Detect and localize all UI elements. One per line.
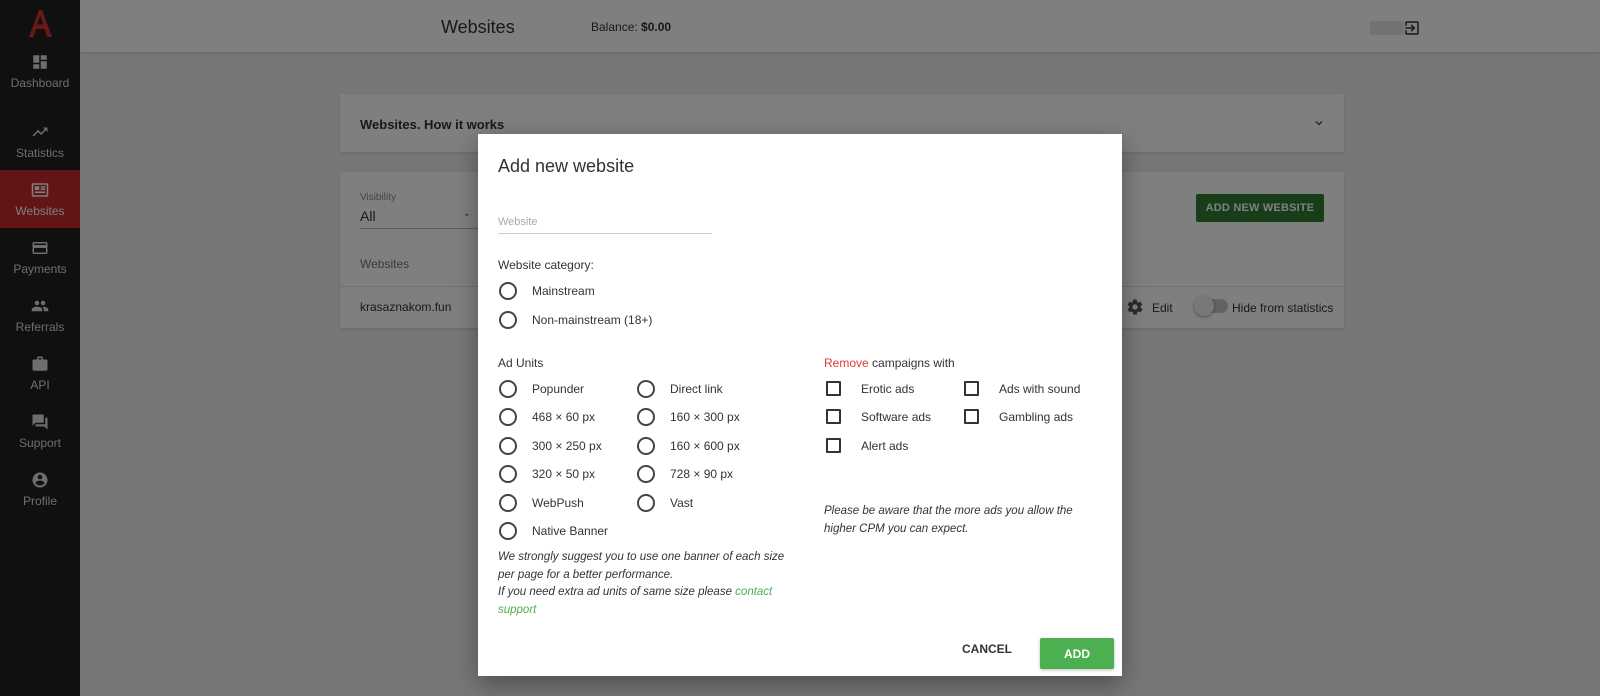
remove-campaigns-label: Remove campaigns with	[824, 356, 955, 370]
ad-units-note-line2: If you need extra ad units of same size …	[498, 584, 788, 619]
option-label: Native Banner	[532, 524, 609, 538]
ad-unit-160x600[interactable]: 160 × 600 px	[637, 437, 740, 455]
option-label: WebPush	[532, 496, 584, 510]
radio-circle	[637, 494, 655, 512]
radio-circle	[499, 311, 517, 329]
ad-unit-468x60[interactable]: 468 × 60 px	[499, 408, 595, 426]
option-label: 160 × 600 px	[670, 439, 740, 453]
checkbox-box	[826, 409, 841, 424]
ad-unit-160x300[interactable]: 160 × 300 px	[637, 408, 740, 426]
ad-unit-direct-link[interactable]: Direct link	[637, 380, 723, 398]
radio-circle	[637, 380, 655, 398]
remove-rest: campaigns with	[868, 356, 955, 370]
remove-erotic-ads-checkbox[interactable]: Erotic ads	[824, 381, 914, 396]
checkbox-box	[964, 409, 979, 424]
option-label: Gambling ads	[999, 409, 1074, 424]
ad-units-note-line2-text: If you need extra ad units of same size …	[498, 586, 736, 598]
option-label: 300 × 250 px	[532, 439, 602, 453]
ad-unit-popunder[interactable]: Popunder	[499, 380, 584, 398]
add-website-dialog: Add new website Website category: Mainst…	[478, 134, 1122, 676]
cancel-button[interactable]: CANCEL	[955, 635, 1019, 663]
option-label: Vast	[670, 496, 694, 510]
category-radio-mainstream[interactable]: Mainstream	[499, 282, 595, 300]
radio-circle	[499, 282, 517, 300]
option-label: Direct link	[670, 382, 723, 396]
option-label: Ads with sound	[999, 381, 1081, 396]
category-radio-non-mainstream[interactable]: Non-mainstream (18+)	[499, 311, 652, 329]
checkbox-box	[964, 381, 979, 396]
option-label: Mainstream	[532, 284, 595, 298]
remove-word: Remove	[824, 356, 869, 370]
option-label: 320 × 50 px	[532, 467, 596, 481]
ad-unit-320x50[interactable]: 320 × 50 px	[499, 465, 595, 483]
remove-alert-ads-checkbox[interactable]: Alert ads	[824, 438, 908, 453]
remove-ads-with-sound-checkbox[interactable]: Ads with sound	[962, 381, 1080, 396]
remove-gambling-ads-checkbox[interactable]: Gambling ads	[962, 409, 1073, 424]
ad-units-note-line1: We strongly suggest you to use one banne…	[498, 551, 785, 581]
remove-note: Please be aware that the more ads you al…	[824, 505, 1073, 535]
radio-circle	[499, 408, 517, 426]
ad-units-label: Ad Units	[498, 356, 544, 370]
ad-units-note: We strongly suggest you to use one banne…	[498, 549, 788, 619]
option-label: Popunder	[532, 382, 585, 396]
option-label: Erotic ads	[861, 381, 915, 396]
ad-unit-728x90[interactable]: 728 × 90 px	[637, 465, 733, 483]
option-label: Non-mainstream (18+)	[532, 313, 653, 327]
ad-unit-webpush[interactable]: WebPush	[499, 494, 584, 512]
dialog-title: Add new website	[498, 156, 635, 176]
add-button[interactable]: ADD	[1040, 638, 1114, 669]
ad-unit-vast[interactable]: Vast	[637, 494, 693, 512]
radio-circle	[637, 437, 655, 455]
option-label: 468 × 60 px	[532, 410, 596, 424]
radio-circle	[499, 465, 517, 483]
radio-circle	[499, 380, 517, 398]
remove-software-ads-checkbox[interactable]: Software ads	[824, 409, 931, 424]
radio-circle	[637, 408, 655, 426]
option-label: 160 × 300 px	[670, 410, 740, 424]
option-label: Software ads	[861, 409, 932, 424]
website-category-label: Website category:	[498, 258, 594, 272]
website-input[interactable]	[498, 210, 712, 234]
radio-circle	[499, 437, 517, 455]
ad-unit-300x250[interactable]: 300 × 250 px	[499, 437, 602, 455]
ad-unit-native-banner[interactable]: Native Banner	[499, 522, 608, 540]
option-label: 728 × 90 px	[670, 467, 734, 481]
radio-circle	[499, 522, 517, 540]
option-label: Alert ads	[861, 438, 909, 453]
checkbox-box	[826, 438, 841, 453]
checkbox-box	[826, 381, 841, 396]
radio-circle	[637, 465, 655, 483]
radio-circle	[499, 494, 517, 512]
